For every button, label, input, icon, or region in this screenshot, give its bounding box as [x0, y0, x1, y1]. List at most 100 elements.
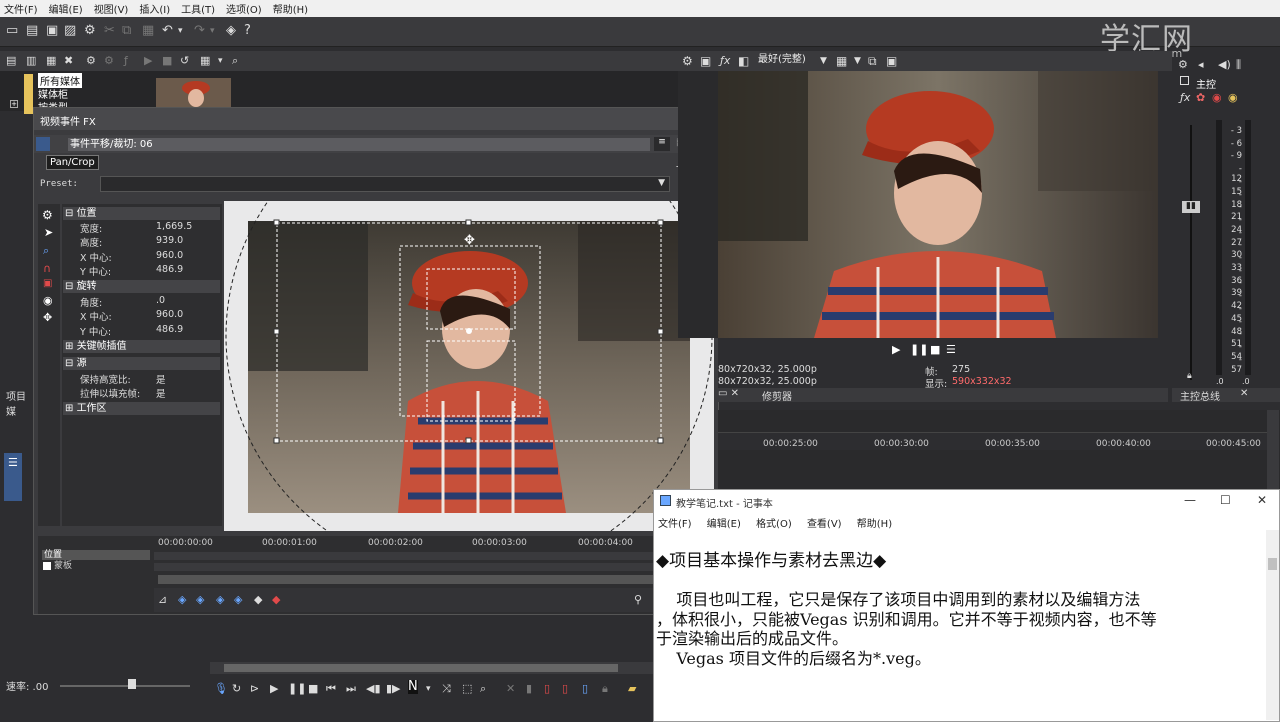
preset-dropdown[interactable]: ▼ [100, 176, 670, 192]
menu-file[interactable]: 文件(F) [4, 1, 38, 16]
notepad-text-area[interactable]: ◆项目基本操作与素材去黑边◆ 项目也叫工程，它只是保存了该项目中调用到的素材以及… [656, 530, 1256, 720]
tree-expand-icon[interactable]: + [10, 100, 18, 108]
fx-icon[interactable]: ƒ [124, 54, 128, 68]
close-icon[interactable]: ✕ [1240, 388, 1248, 399]
menu-help[interactable]: 帮助(H) [273, 1, 308, 16]
play-icon[interactable]: ▶ [892, 343, 900, 357]
fx-chain-label[interactable]: 事件平移/裁切: 06 [68, 138, 650, 151]
np-menu-view[interactable]: 查看(V) [807, 519, 842, 530]
views-dropdown-icon[interactable]: ▾ [218, 54, 223, 68]
auto-preview-icon[interactable]: ↺ [180, 54, 189, 68]
notepad-scroll-thumb[interactable] [1268, 558, 1277, 570]
external-monitor-icon[interactable]: ▣ [700, 54, 711, 68]
mask-checkbox[interactable] [43, 562, 51, 570]
pause-icon[interactable]: ❚❚ [288, 682, 306, 696]
tab-master-bus[interactable]: 主控总线 [1180, 388, 1220, 403]
prop-stretch-value[interactable]: 是 [156, 386, 166, 400]
import-media-icon[interactable]: ▤ [6, 54, 16, 68]
add-keyframe-icon[interactable]: ◆ [254, 593, 262, 607]
save-icon[interactable]: ▣ [46, 24, 58, 38]
play-icon[interactable]: ▶ [144, 54, 152, 68]
save-as-icon[interactable]: ▨ [64, 24, 76, 38]
first-keyframe-icon[interactable]: ◈ [178, 593, 186, 607]
redo-icon[interactable]: ↷ [194, 24, 205, 38]
last-keyframe-icon[interactable]: ◈ [234, 593, 242, 607]
timeline-vertical-scrollbar[interactable] [1267, 410, 1279, 490]
delete-icon[interactable]: ✕ [506, 682, 515, 696]
section-workspace[interactable]: ⊞ 工作区 [63, 402, 220, 415]
remove-media-icon[interactable]: ✖ [64, 54, 73, 68]
video-fx-icon[interactable]: ƒx [720, 54, 730, 68]
keyframe-lane-2[interactable] [154, 563, 714, 571]
pin-icon[interactable]: ⚲ [634, 593, 642, 607]
master-checkbox[interactable] [1180, 76, 1189, 85]
prev-keyframe-icon[interactable]: ◈ [196, 593, 204, 607]
gear-icon[interactable]: ⚙ [1178, 58, 1188, 71]
prop-rot-ycenter-value[interactable]: 486.9 [156, 324, 183, 335]
minimize-icon[interactable]: — [1184, 493, 1196, 507]
keyframe-track-position[interactable]: 位置 [42, 550, 150, 560]
marker-icon[interactable]: ▯ [562, 682, 568, 696]
stop-icon[interactable]: ■ [308, 682, 318, 696]
move-icon[interactable]: ✥ [43, 311, 52, 324]
gear-icon[interactable]: ⚙ [682, 54, 693, 68]
media-thumbnail[interactable] [156, 78, 231, 110]
prop-width-value[interactable]: 1,669.5 [156, 221, 192, 232]
properties-icon[interactable]: ⚙ [104, 54, 114, 68]
lock-icon[interactable]: 🔒︎ [602, 682, 608, 696]
fader-track[interactable] [1190, 125, 1192, 380]
preview-quality-dropdown[interactable]: 最好(完整) [758, 53, 806, 67]
section-rotation[interactable]: ⊟ 旋转 [63, 280, 220, 293]
search-icon[interactable]: ⌕ [232, 54, 238, 68]
keyframe-lane-1[interactable] [154, 552, 714, 560]
capture-icon[interactable]: ▥ [26, 54, 36, 68]
pointer-icon[interactable]: ➤ [44, 226, 53, 239]
mixer-icon[interactable]: ⫼ [1236, 58, 1241, 72]
np-menu-file[interactable]: 文件(F) [658, 519, 692, 530]
gear-icon[interactable]: ⚙ [42, 208, 53, 222]
prop-angle-value[interactable]: .0 [156, 295, 165, 306]
menu-edit[interactable]: 编辑(E) [49, 1, 83, 16]
paste-icon[interactable]: ▦ [142, 24, 154, 38]
go-end-icon[interactable]: ⏭︎ [346, 682, 356, 696]
prop-xcenter-value[interactable]: 960.0 [156, 250, 183, 261]
overlays-icon[interactable]: ▦ [836, 54, 847, 68]
selection-tool-icon[interactable]: ⬚ [462, 682, 472, 696]
trim-icon[interactable]: ▮ [526, 682, 532, 696]
fx-scrollbar[interactable] [158, 575, 714, 584]
timeline-scrollbar[interactable] [210, 662, 653, 674]
zoom-icon[interactable]: ⌕ [43, 244, 49, 258]
mute-icon[interactable]: ✿ [1196, 91, 1205, 104]
copy-icon[interactable]: ⧉ [122, 24, 131, 38]
chevron-down-icon[interactable]: ▼ [854, 54, 861, 68]
section-source[interactable]: ⊟ 源 [63, 357, 220, 370]
loop-icon[interactable]: ↻ [232, 682, 241, 696]
section-position[interactable]: ⊟ 位置 [63, 207, 220, 220]
center-icon[interactable]: ◉ [43, 294, 53, 307]
fx-icon[interactable]: ƒx [1180, 91, 1190, 104]
envelope-tool-icon[interactable]: ⤨ [442, 682, 451, 696]
copy-snapshot-icon[interactable]: ⧉ [868, 54, 877, 68]
menu-insert[interactable]: 插入(I) [139, 1, 170, 16]
new-file-icon[interactable]: ▭ [6, 24, 18, 38]
fx-timeline-ruler[interactable]: 00:00:00:00 00:00:01:00 00:00:02:00 00:0… [154, 538, 714, 550]
chevron-down-icon[interactable]: ▼ [820, 54, 827, 68]
section-keyframe-interpolation[interactable]: ⊞ 关键帧插值 [63, 340, 220, 353]
play-icon[interactable]: ▶ [270, 682, 278, 696]
timeline-ruler[interactable]: 00:00:25:00 00:00:30:00 00:00:35:00 00:0… [718, 432, 1268, 450]
notepad-scrollbar[interactable] [1266, 530, 1279, 720]
maximize-icon[interactable]: ☐ [1220, 493, 1231, 507]
comment-icon[interactable]: ▰ [628, 682, 636, 696]
region-icon[interactable]: ▯ [582, 682, 588, 696]
plugin-chain-icon[interactable] [36, 137, 50, 151]
prop-rot-xcenter-value[interactable]: 960.0 [156, 309, 183, 320]
go-start-icon[interactable]: ⏮︎ [326, 682, 336, 696]
np-menu-format[interactable]: 格式(O) [756, 519, 792, 530]
gear-icon[interactable]: ⚙ [84, 24, 96, 38]
zoom-tool-icon[interactable]: ⌕ [480, 682, 486, 696]
menu-options[interactable]: 选项(O) [226, 1, 262, 16]
keyframe-track-mask[interactable]: 蒙板 [42, 561, 150, 571]
split-screen-icon[interactable]: ◧ [738, 54, 749, 68]
split-icon[interactable]: ▯ [544, 682, 550, 696]
cut-icon[interactable]: ✂ [104, 24, 115, 38]
